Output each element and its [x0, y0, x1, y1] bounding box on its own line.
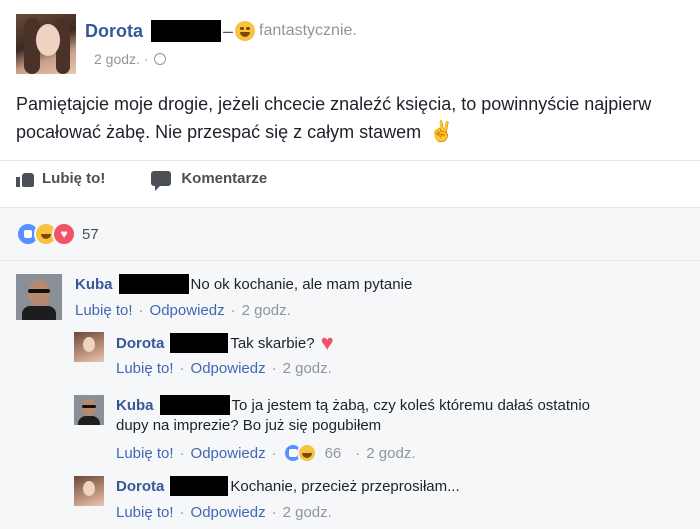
feeling-text: fantastycznie.: [259, 22, 357, 39]
post-meta: 2 godz. ·: [94, 51, 167, 67]
commenter-avatar[interactable]: [74, 395, 104, 425]
post-actions: Lubię to! Komentarze: [16, 170, 313, 191]
commenter-avatar[interactable]: [16, 274, 62, 320]
globe-icon: [154, 53, 167, 65]
redacted-name: [118, 274, 189, 294]
comment: Kuba No ok kochanie, ale mam pytanie Lub…: [16, 274, 686, 324]
divider: [0, 260, 700, 261]
comment-reactions[interactable]: 66: [282, 443, 342, 463]
comment-icon: [151, 171, 172, 191]
redacted-name: [151, 20, 221, 42]
author-name[interactable]: Dorota: [85, 21, 143, 42]
haha-reaction-icon: [296, 443, 317, 463]
separator: ·: [179, 360, 185, 377]
comment-text: No ok kochanie, ale mam pytanie: [190, 275, 413, 293]
comment-label: Komentarze: [181, 170, 268, 187]
laughing-face-icon: [235, 21, 256, 41]
comment-line: Kuba No ok kochanie, ale mam pytanie: [75, 274, 412, 294]
comment-reaction-count: 66: [324, 444, 342, 462]
author-avatar[interactable]: [16, 14, 76, 74]
redacted-name: [170, 476, 229, 496]
thumbs-up-icon: [16, 171, 34, 187]
redacted-name: [159, 395, 230, 415]
comment-button[interactable]: Komentarze: [151, 170, 268, 191]
comment-like-link[interactable]: Lubię to!: [116, 360, 174, 377]
commenter-name[interactable]: Kuba: [75, 276, 113, 293]
comment-like-link[interactable]: Lubię to!: [75, 302, 133, 319]
comment-like-link[interactable]: Lubię to!: [116, 504, 174, 521]
heart-icon: ♥: [320, 330, 334, 355]
comment-actions: Lubię to! · Odpowiedz · 2 godz.: [116, 360, 332, 377]
comment-text-line-1: To ja jestem tą żabą, czy koleś któremu …: [231, 396, 591, 414]
comment-line: Dorota Kochanie, przecież przeprosiłam..…: [116, 476, 460, 496]
comment-actions: Lubię to! · Odpowiedz · 66 · 2 godz.: [116, 443, 416, 463]
comment-reply-link[interactable]: Odpowiedz: [191, 360, 266, 377]
comment-time[interactable]: 2 godz.: [283, 360, 332, 377]
comment-like-link[interactable]: Lubię to!: [116, 445, 174, 462]
comment-reply-link[interactable]: Odpowiedz: [150, 302, 225, 319]
separator: ·: [138, 302, 144, 319]
comment-line: dupy na imprezie? Bo już się pogubiłem: [116, 417, 381, 434]
reply-comment: Kuba To ja jestem tą żabą, czy koleś któ…: [74, 395, 694, 465]
separator: ·: [179, 444, 185, 462]
comment-time[interactable]: 2 godz.: [283, 504, 332, 521]
separator: ·: [230, 302, 236, 319]
post-header: Dorota – fantastycznie. 2 godz. ·: [16, 14, 696, 76]
comment-actions: Lubię to! · Odpowiedz · 2 godz.: [116, 504, 332, 521]
separator: ·: [271, 360, 277, 377]
like-label: Lubię to!: [42, 170, 106, 187]
divider: [0, 160, 700, 161]
reactions-summary[interactable]: 57: [16, 222, 99, 246]
comment-text-line-2: dupy na imprezie? Bo już się pogubiłem: [116, 417, 382, 434]
love-reaction-icon: [52, 222, 76, 246]
commenter-avatar[interactable]: [74, 332, 104, 362]
dash: –: [223, 20, 234, 41]
post-text: Pamiętajcie moje drogie, jeżeli chcecie …: [16, 90, 686, 146]
commenter-name[interactable]: Dorota: [116, 478, 164, 495]
comment-text: Kochanie, przecież przeprosiłam...: [230, 477, 460, 495]
commenter-name[interactable]: Kuba: [116, 397, 154, 414]
comment-text: Tak skarbie?: [230, 334, 315, 352]
comment-line: Kuba To ja jestem tą żabą, czy koleś któ…: [116, 395, 590, 415]
reply-comment: Dorota Tak skarbie? ♥ Lubię to! · Odpowi…: [74, 332, 684, 382]
reaction-count: 57: [82, 225, 99, 243]
author-line: Dorota – fantastycznie.: [85, 20, 357, 42]
divider: [0, 207, 700, 208]
comment-actions: Lubię to! · Odpowiedz · 2 godz.: [75, 302, 291, 319]
comment-time[interactable]: 2 godz.: [242, 302, 291, 319]
comment-reply-link[interactable]: Odpowiedz: [191, 504, 266, 521]
redacted-name: [170, 333, 229, 353]
commenter-avatar[interactable]: [74, 476, 104, 506]
commenter-name[interactable]: Dorota: [116, 335, 164, 352]
post-text-content: Pamiętajcie moje drogie, jeżeli chcecie …: [16, 94, 652, 142]
like-button[interactable]: Lubię to!: [16, 170, 105, 187]
victory-hand-icon: ✌: [429, 121, 455, 143]
separator: ·: [271, 504, 277, 521]
comment-reply-link[interactable]: Odpowiedz: [191, 445, 266, 462]
separator: ·: [355, 444, 361, 462]
comment-line: Dorota Tak skarbie? ♥: [116, 332, 334, 354]
reply-comment: Dorota Kochanie, przecież przeprosiłam..…: [74, 476, 684, 526]
separator: ·: [179, 504, 185, 521]
comment-time[interactable]: 2 godz.: [366, 445, 415, 462]
post-time[interactable]: 2 godz. ·: [94, 51, 148, 67]
separator: ·: [271, 444, 277, 462]
